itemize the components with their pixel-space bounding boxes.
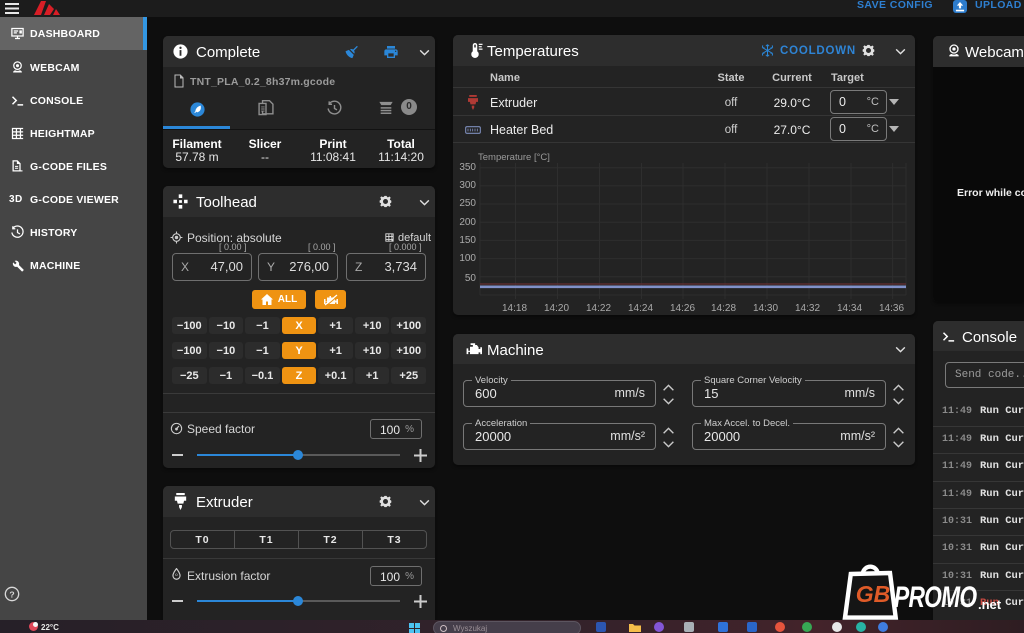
svg-text:?: ? — [9, 589, 14, 599]
svg-text:GB: GB — [856, 581, 891, 607]
